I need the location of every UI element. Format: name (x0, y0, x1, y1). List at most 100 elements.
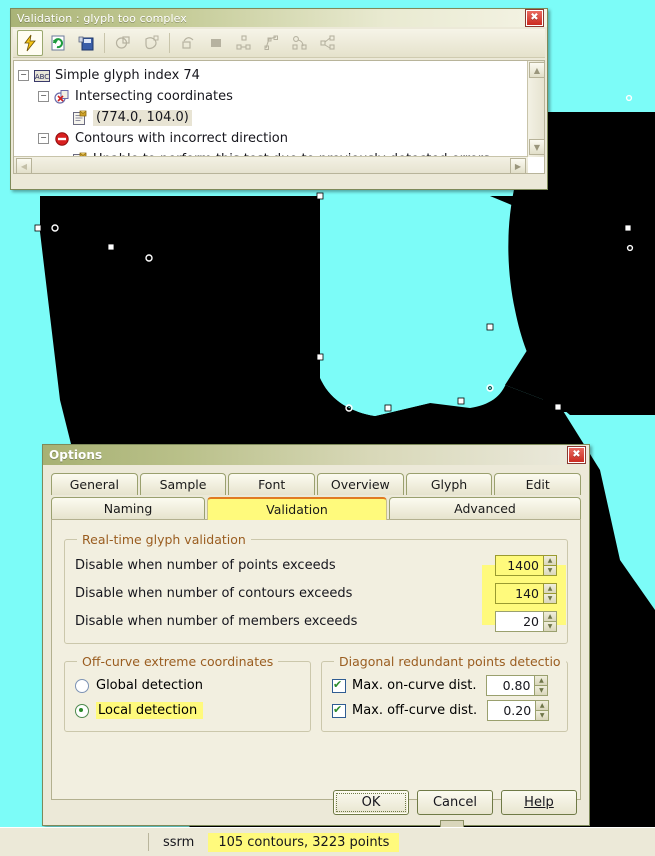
options-tabs-row1[interactable]: General Sample Font Overview Glyph Edit (51, 473, 582, 495)
tree-expander[interactable]: − (18, 70, 29, 81)
members-limit-label: Disable when number of members exceeds (75, 613, 358, 629)
scroll-down-icon[interactable]: ▼ (529, 139, 544, 155)
points-limit-label: Disable when number of points exceeds (75, 557, 336, 573)
stepper-down-icon[interactable]: ▼ (534, 685, 549, 696)
tree-vertical-scrollbar[interactable]: ▲ ▼ (527, 61, 544, 157)
realtime-validation-legend: Real-time glyph validation (82, 532, 246, 547)
ok-button[interactable]: OK (333, 790, 409, 815)
max-oncurve-row[interactable]: Max. on-curve dist. 0.80 ▲ ▼ (332, 673, 557, 698)
graph-icon[interactable] (315, 30, 341, 56)
max-oncurve-label: Max. on-curve dist. (352, 678, 477, 693)
ok-button-label: OK (336, 793, 406, 812)
close-icon[interactable]: ✖ (567, 446, 586, 464)
tree-expander[interactable]: − (38, 91, 49, 102)
scroll-right-icon[interactable]: ▶ (510, 158, 526, 173)
contours-limit-row: Disable when number of contours exceeds … (75, 579, 557, 607)
contours-limit-arrows[interactable]: ▲ ▼ (543, 582, 557, 604)
tab-sample[interactable]: Sample (139, 473, 227, 495)
options-dialog-titlebar[interactable]: Options ✖ (43, 445, 589, 465)
dialog-button-bar: OK Cancel Help (333, 790, 577, 815)
max-offcurve-stepper[interactable]: 0.20 ▲ ▼ (487, 700, 550, 721)
global-detection-radio[interactable] (75, 678, 89, 693)
stepper-up-icon[interactable]: ▲ (543, 554, 557, 565)
vector-icon[interactable] (259, 30, 285, 56)
tree-row[interactable]: − Contours with incorrect direction (18, 128, 528, 149)
tree-expander[interactable]: − (38, 133, 49, 144)
bbox-icon[interactable] (203, 30, 229, 56)
max-oncurve-value[interactable]: 0.80 (486, 675, 535, 696)
local-detection-radio[interactable] (75, 703, 89, 718)
members-limit-value[interactable]: 20 (495, 610, 543, 632)
max-offcurve-arrows[interactable]: ▲ ▼ (535, 700, 550, 721)
tab-advanced[interactable]: Advanced (389, 497, 581, 519)
stepper-up-icon[interactable]: ▲ (534, 675, 549, 685)
stepper-down-icon[interactable]: ▼ (543, 620, 557, 632)
tree-row-label: Intersecting coordinates (75, 88, 233, 104)
contours-limit-value[interactable]: 140 (495, 582, 543, 604)
global-detection-label: Global detection (96, 678, 203, 693)
intersect-warning-icon (54, 89, 70, 105)
max-offcurve-row[interactable]: Max. off-curve dist. 0.20 ▲ ▼ (332, 698, 557, 723)
run-validation-icon[interactable] (17, 30, 43, 56)
stepper-down-icon[interactable]: ▼ (543, 564, 557, 576)
help-button[interactable]: Help (501, 790, 577, 815)
max-offcurve-value[interactable]: 0.20 (487, 700, 536, 721)
tab-font[interactable]: Font (228, 473, 316, 495)
contour-test-icon[interactable] (110, 30, 136, 56)
tab-general[interactable]: General (51, 473, 138, 495)
members-limit-arrows[interactable]: ▲ ▼ (543, 610, 557, 632)
nodes-icon[interactable] (231, 30, 257, 56)
max-oncurve-arrows[interactable]: ▲ ▼ (534, 675, 549, 696)
options-dialog-title: Options (49, 448, 103, 462)
tab-naming[interactable]: Naming (51, 497, 205, 519)
scroll-up-icon[interactable]: ▲ (529, 62, 544, 78)
cancel-button[interactable]: Cancel (417, 790, 493, 815)
tree-row[interactable]: (774.0, 104.0) (18, 107, 528, 128)
options-dialog-body: General Sample Font Overview Glyph Edit … (43, 465, 589, 825)
detection-groups-row: Off-curve extreme coordinates Global det… (64, 654, 568, 732)
validation-toolbar[interactable] (13, 29, 545, 58)
max-oncurve-stepper[interactable]: 0.80 ▲ ▼ (486, 675, 549, 696)
points-limit-stepper[interactable]: 1400 ▲ ▼ (495, 554, 557, 576)
close-icon[interactable]: ✖ (525, 9, 544, 27)
stepper-down-icon[interactable]: ▼ (543, 592, 557, 604)
validation-window-titlebar[interactable]: Validation : glyph too complex ✖ (11, 9, 547, 27)
realtime-validation-group: Real-time glyph validation Disable when … (64, 532, 568, 644)
options-dialog[interactable]: Options ✖ General Sample Font Overview G… (42, 444, 590, 826)
tree-horizontal-scrollbar[interactable]: ◀ ▶ (14, 156, 528, 173)
svg-text:ABC: ABC (35, 73, 49, 81)
tab-overview[interactable]: Overview (317, 473, 404, 495)
point-test-icon[interactable] (138, 30, 164, 56)
transform-icon[interactable] (175, 30, 201, 56)
global-detection-row[interactable]: Global detection (75, 673, 300, 698)
stepper-up-icon[interactable]: ▲ (543, 582, 557, 593)
members-limit-stepper[interactable]: 20 ▲ ▼ (495, 610, 557, 632)
tree-row[interactable]: − Intersecting coordinates (18, 86, 528, 107)
points-limit-arrows[interactable]: ▲ ▼ (543, 554, 557, 576)
tab-edit[interactable]: Edit (494, 473, 582, 495)
options-tabs-row2[interactable]: Naming Validation Advanced (51, 497, 581, 520)
points-limit-value[interactable]: 1400 (495, 554, 543, 576)
refresh-icon[interactable] (45, 30, 71, 56)
validation-results-tree[interactable]: − ABC Simple glyph index 74 − Intersecti… (13, 60, 545, 174)
tree-row-label: Simple glyph index 74 (55, 67, 200, 83)
validation-window[interactable]: Validation : glyph too complex ✖ − ABC S… (10, 8, 548, 190)
local-detection-label: Local detection (96, 702, 204, 719)
tab-validation[interactable]: Validation (207, 497, 387, 520)
scroll-left-icon[interactable]: ◀ (16, 158, 32, 173)
tab-glyph[interactable]: Glyph (405, 473, 493, 495)
max-offcurve-checkbox[interactable] (332, 703, 346, 718)
stepper-down-icon[interactable]: ▼ (535, 710, 550, 721)
contours-limit-stepper[interactable]: 140 ▲ ▼ (495, 582, 557, 604)
local-detection-row[interactable]: Local detection (75, 698, 300, 723)
max-oncurve-checkbox[interactable] (332, 678, 346, 693)
stepper-up-icon[interactable]: ▲ (543, 610, 557, 621)
glyph-counter (320, 196, 511, 416)
tree-row[interactable]: − ABC Simple glyph index 74 (18, 65, 528, 86)
toolbar-separator-2 (169, 33, 170, 53)
curve-nodes-icon[interactable] (287, 30, 313, 56)
stepper-up-icon[interactable]: ▲ (535, 700, 550, 710)
members-limit-row: Disable when number of members exceeds 2… (75, 607, 557, 635)
save-report-icon[interactable] (73, 30, 99, 56)
error-stop-icon (54, 131, 70, 147)
